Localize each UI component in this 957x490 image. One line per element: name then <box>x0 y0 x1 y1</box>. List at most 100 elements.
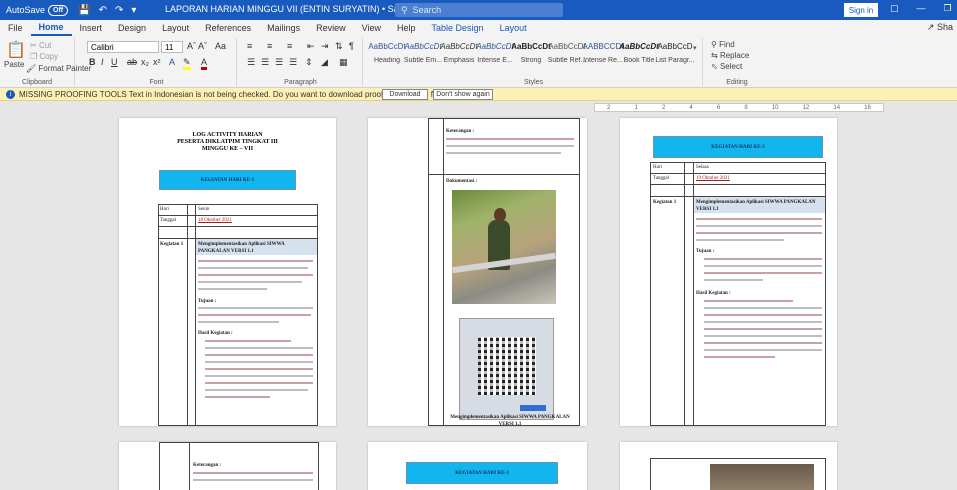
day2-hasil: Hasil Kegiatan : <box>696 291 731 296</box>
horizontal-ruler[interactable]: 2 1 2 4 6 8 10 12 14 16 <box>594 103 884 112</box>
italic-icon[interactable]: I <box>101 57 104 67</box>
underline-icon[interactable]: U <box>111 57 118 67</box>
redo-icon[interactable]: ↷ <box>115 5 123 16</box>
page-4[interactable]: Keterangan : <box>119 442 336 490</box>
strikethrough-icon[interactable]: ab <box>127 57 137 67</box>
restore-icon[interactable]: ❐ <box>944 3 952 14</box>
day1-tanggal-label: Tanggal <box>160 218 177 223</box>
tab-table-layout[interactable]: Layout <box>492 20 535 36</box>
multilevel-list-icon[interactable]: ≡ <box>287 41 292 51</box>
increase-indent-icon[interactable]: ⇥ <box>321 41 329 52</box>
day2-kegiatan-value: Mengimplementasikan Aplikasi SIWWA PANGK… <box>696 200 816 212</box>
page-5[interactable]: KEGIATAN HARI KE-3 <box>368 442 587 490</box>
cut-icon: ✂ <box>30 41 37 50</box>
day2-tanggal-value: 19 Oktober 2021 <box>696 176 730 181</box>
tab-mailings[interactable]: Mailings <box>259 20 308 36</box>
font-color-icon[interactable]: A <box>201 57 208 70</box>
autosave-control[interactable]: AutoSave Off <box>6 4 69 16</box>
page2-caption: Mengimplementasikan Aplikasi SIWWA PANGK… <box>450 415 570 426</box>
highlight-icon[interactable]: ✎ <box>183 57 191 70</box>
tab-insert[interactable]: Insert <box>72 20 111 36</box>
share-button[interactable]: ↗ Sha <box>927 22 953 33</box>
page-6[interactable] <box>620 442 837 490</box>
font-name-select[interactable]: Calibri <box>87 41 159 53</box>
style-list-paragraph[interactable]: AaBbCcD List Paragr... <box>653 42 697 74</box>
text-effects-icon[interactable]: A <box>169 57 175 67</box>
minimize-icon[interactable]: — <box>917 3 926 14</box>
paragraph-label: Paragraph <box>284 79 317 86</box>
tab-design[interactable]: Design <box>110 20 154 36</box>
subscript-icon[interactable]: x₂ <box>141 57 149 67</box>
page-1[interactable]: LOG ACTIVITY HARIAN PESERTA DIKLATPIM TI… <box>119 118 336 426</box>
day1-hasil: Hasil Kegiatan : <box>198 331 233 336</box>
search-icon: ⚲ <box>401 4 408 15</box>
align-left-icon[interactable]: ☰ <box>247 57 255 68</box>
ribbon-display-icon[interactable]: ▢ <box>890 3 899 14</box>
paste-icon[interactable]: 📋 <box>6 40 26 60</box>
tab-review[interactable]: Review <box>308 20 354 36</box>
customize-icon[interactable]: ▾ <box>131 5 136 16</box>
change-case-icon[interactable]: Aa <box>215 41 226 51</box>
tab-home[interactable]: Home <box>30 20 72 36</box>
tab-layout[interactable]: Layout <box>154 20 197 36</box>
replace-button[interactable]: ⇆ Replace <box>711 51 749 60</box>
tab-table-design[interactable]: Table Design <box>424 20 492 36</box>
page-2[interactable]: Keterangan : Dokumentasi : Mengimplement… <box>368 118 587 426</box>
find-button[interactable]: ⚲ Find <box>711 40 735 49</box>
styles-group: AaBbCcDt Heading AaBbCcDt Subtle Em... AaB… <box>365 38 703 86</box>
proofing-info-bar: i MISSING PROOFING TOOLS Text in Indones… <box>0 88 957 101</box>
day2-kegiatan-label: Kegiatan 1 <box>653 200 677 205</box>
document-area[interactable]: 2 1 2 4 6 8 10 12 14 16 LOG ACTIVITY HARIAN PESER… <box>0 101 957 490</box>
day2-hari-value: Selasa <box>696 165 709 170</box>
download-button[interactable]: Download <box>382 89 428 100</box>
undo-icon[interactable]: ↶ <box>99 5 107 16</box>
sort-icon[interactable]: ⇅ <box>335 41 343 52</box>
pilcrow-icon[interactable]: ¶ <box>349 41 354 51</box>
numbering-icon[interactable]: ≡ <box>267 41 272 51</box>
borders-icon[interactable]: ▦ <box>339 57 348 68</box>
save-icon[interactable]: 💾 <box>78 5 90 16</box>
cut-button[interactable]: ✂ Cut <box>30 41 51 50</box>
day3-header-box: KEGIATAN HARI KE-3 <box>406 462 558 484</box>
align-center-icon[interactable]: ☰ <box>261 57 269 68</box>
brush-icon: 🖌 <box>26 64 37 73</box>
font-label: Font <box>149 79 164 86</box>
day1-paragraph <box>198 260 313 295</box>
day1-header-box: KEGIATAN HARI KE-1 <box>159 170 296 190</box>
copy-icon: ❐ <box>30 52 38 61</box>
sign-in-button[interactable]: Sign in <box>844 3 878 17</box>
font-size-select[interactable]: 11 <box>161 41 183 53</box>
page-3[interactable]: KEGIATAN HARI KE-2 Hari Selasa Tanggal 1… <box>620 118 837 426</box>
justify-icon[interactable]: ☰ <box>289 57 297 68</box>
day2-hari-label: Hari <box>653 165 662 170</box>
shading-icon[interactable]: ◢ <box>321 57 328 68</box>
paste-button[interactable]: Paste <box>4 60 24 69</box>
bold-icon[interactable]: B <box>89 57 96 67</box>
autosave-toggle[interactable]: Off <box>48 4 69 16</box>
tab-help[interactable]: Help <box>389 20 424 36</box>
bullets-icon[interactable]: ≡ <box>247 41 252 51</box>
search-placeholder: Search <box>412 5 442 15</box>
copy-button[interactable]: ❐ Copy <box>30 52 58 61</box>
search-box[interactable]: ⚲ Search <box>395 3 563 17</box>
tab-file[interactable]: File <box>0 20 31 36</box>
line-spacing-icon[interactable]: ⇕ <box>305 57 313 68</box>
ribbon-tabs: File Home Insert Design Layout Reference… <box>0 20 957 36</box>
select-button[interactable]: ⬁ Select <box>711 62 742 71</box>
styles-more-icon[interactable]: ▾ <box>693 44 697 52</box>
share-icon: ↗ <box>926 22 935 32</box>
paragraph-group: ≡ ≡ ≡ ⇤ ⇥ ⇅ ¶ ☰ ☰ ☰ ☰ ⇕ ◢ ▦ Paragraph <box>239 38 363 86</box>
window-controls: ▢ — ❐ <box>890 3 952 14</box>
dont-show-again-button[interactable]: Don't show again <box>433 89 493 100</box>
day1-kegiatan-label: Kegiatan 1 <box>160 242 184 247</box>
tab-references[interactable]: References <box>197 20 259 36</box>
info-icon: i <box>6 89 15 99</box>
tab-view[interactable]: View <box>354 20 389 36</box>
page1-title-2: PESERTA DIKLATPIM TINGKAT III <box>177 139 278 145</box>
decrease-indent-icon[interactable]: ⇤ <box>307 41 315 52</box>
superscript-icon[interactable]: x² <box>153 57 161 67</box>
clipboard-label: Clipboard <box>22 79 52 86</box>
align-right-icon[interactable]: ☰ <box>275 57 283 68</box>
find-icon: ⚲ <box>711 40 717 49</box>
grow-font-icon[interactable]: Aˆ Aˇ <box>187 41 207 51</box>
